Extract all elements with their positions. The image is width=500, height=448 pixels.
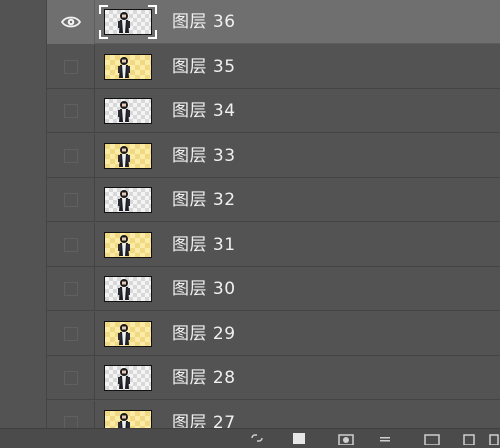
delete-icon[interactable]: [488, 431, 500, 445]
layer-name[interactable]: 图层 29: [172, 312, 236, 356]
character-figure: [118, 323, 130, 345]
eye-icon[interactable]: [61, 13, 81, 31]
character-figure: [118, 190, 130, 211]
layer-thumbnail[interactable]: [104, 53, 152, 80]
layer-row[interactable]: 图层 36: [47, 0, 500, 44]
layer-row[interactable]: 图层 28: [47, 356, 500, 400]
layer-row[interactable]: 图层 32: [47, 178, 500, 222]
layer-thumbnail[interactable]: [104, 231, 152, 258]
layer-visibility-toggle[interactable]: [47, 356, 95, 400]
visibility-empty-box[interactable]: [64, 415, 78, 428]
character-figure: [118, 368, 130, 389]
character-figure: [118, 101, 130, 122]
character-figure: [118, 145, 130, 167]
character-figure: [118, 412, 130, 428]
layer-name[interactable]: 图层 35: [172, 45, 236, 89]
layer-thumbnail[interactable]: [104, 142, 152, 169]
layer-name[interactable]: 图层 32: [172, 178, 236, 222]
layer-visibility-toggle[interactable]: [47, 0, 95, 44]
character-figure: [118, 56, 130, 78]
visibility-empty-box[interactable]: [64, 326, 78, 341]
layer-visibility-toggle[interactable]: [47, 178, 95, 222]
link-layers-icon[interactable]: [250, 431, 264, 445]
character-figure: [118, 279, 130, 300]
layer-name[interactable]: 图层 28: [172, 356, 236, 400]
layer-thumbnail[interactable]: [104, 276, 152, 302]
layer-visibility-toggle[interactable]: [47, 222, 95, 267]
layer-visibility-toggle[interactable]: [47, 267, 95, 311]
character-figure: [118, 12, 130, 33]
layer-name[interactable]: 图层 34: [172, 89, 236, 133]
layer-row[interactable]: 图层 27: [47, 400, 500, 429]
layer-name[interactable]: 图层 36: [172, 0, 236, 44]
layer-visibility-toggle[interactable]: [47, 89, 95, 133]
layer-name[interactable]: 图层 27: [172, 401, 236, 429]
visibility-empty-box[interactable]: [64, 282, 78, 296]
layers-panel: 图层 36 图层 35 图层 34 图层 33 图层 32 图层 31 图层 30 图层 29…: [0, 0, 500, 448]
group-icon[interactable]: [424, 431, 440, 445]
layer-row[interactable]: 图层 33: [47, 133, 500, 178]
adjustment-layer-icon[interactable]: [378, 431, 392, 445]
layer-thumbnail[interactable]: [104, 187, 152, 213]
layer-row[interactable]: 图层 35: [47, 44, 500, 89]
visibility-empty-box[interactable]: [64, 148, 78, 163]
layer-visibility-toggle[interactable]: [47, 311, 95, 356]
layer-thumbnail[interactable]: [104, 9, 152, 35]
visibility-empty-box[interactable]: [64, 59, 78, 74]
layer-thumbnail[interactable]: [104, 409, 152, 428]
layer-row[interactable]: 图层 30: [47, 267, 500, 311]
layer-visibility-toggle[interactable]: [47, 400, 95, 428]
fx-icon[interactable]: [292, 431, 308, 445]
visibility-empty-box[interactable]: [64, 193, 78, 207]
layer-thumbnail[interactable]: [104, 365, 152, 391]
visibility-empty-box[interactable]: [64, 371, 78, 385]
layer-visibility-toggle[interactable]: [47, 44, 95, 89]
layer-name[interactable]: 图层 33: [172, 134, 236, 178]
layer-thumbnail[interactable]: [104, 320, 152, 347]
layer-thumbnail[interactable]: [104, 98, 152, 124]
layer-row[interactable]: 图层 34: [47, 89, 500, 133]
layer-name[interactable]: 图层 31: [172, 223, 236, 267]
add-mask-icon[interactable]: [338, 431, 354, 445]
new-layer-icon[interactable]: [462, 431, 476, 445]
layer-row[interactable]: 图层 29: [47, 311, 500, 356]
character-figure: [118, 234, 130, 256]
panel-left-strip: [0, 0, 47, 447]
layer-name[interactable]: 图层 30: [172, 267, 236, 311]
layers-panel-footer: [0, 428, 500, 448]
layer-visibility-toggle[interactable]: [47, 133, 95, 178]
visibility-empty-box[interactable]: [64, 104, 78, 118]
visibility-empty-box[interactable]: [64, 237, 78, 252]
layers-list: 图层 36 图层 35 图层 34 图层 33 图层 32 图层 31 图层 30 图层 29…: [47, 0, 500, 428]
layer-row[interactable]: 图层 31: [47, 222, 500, 267]
